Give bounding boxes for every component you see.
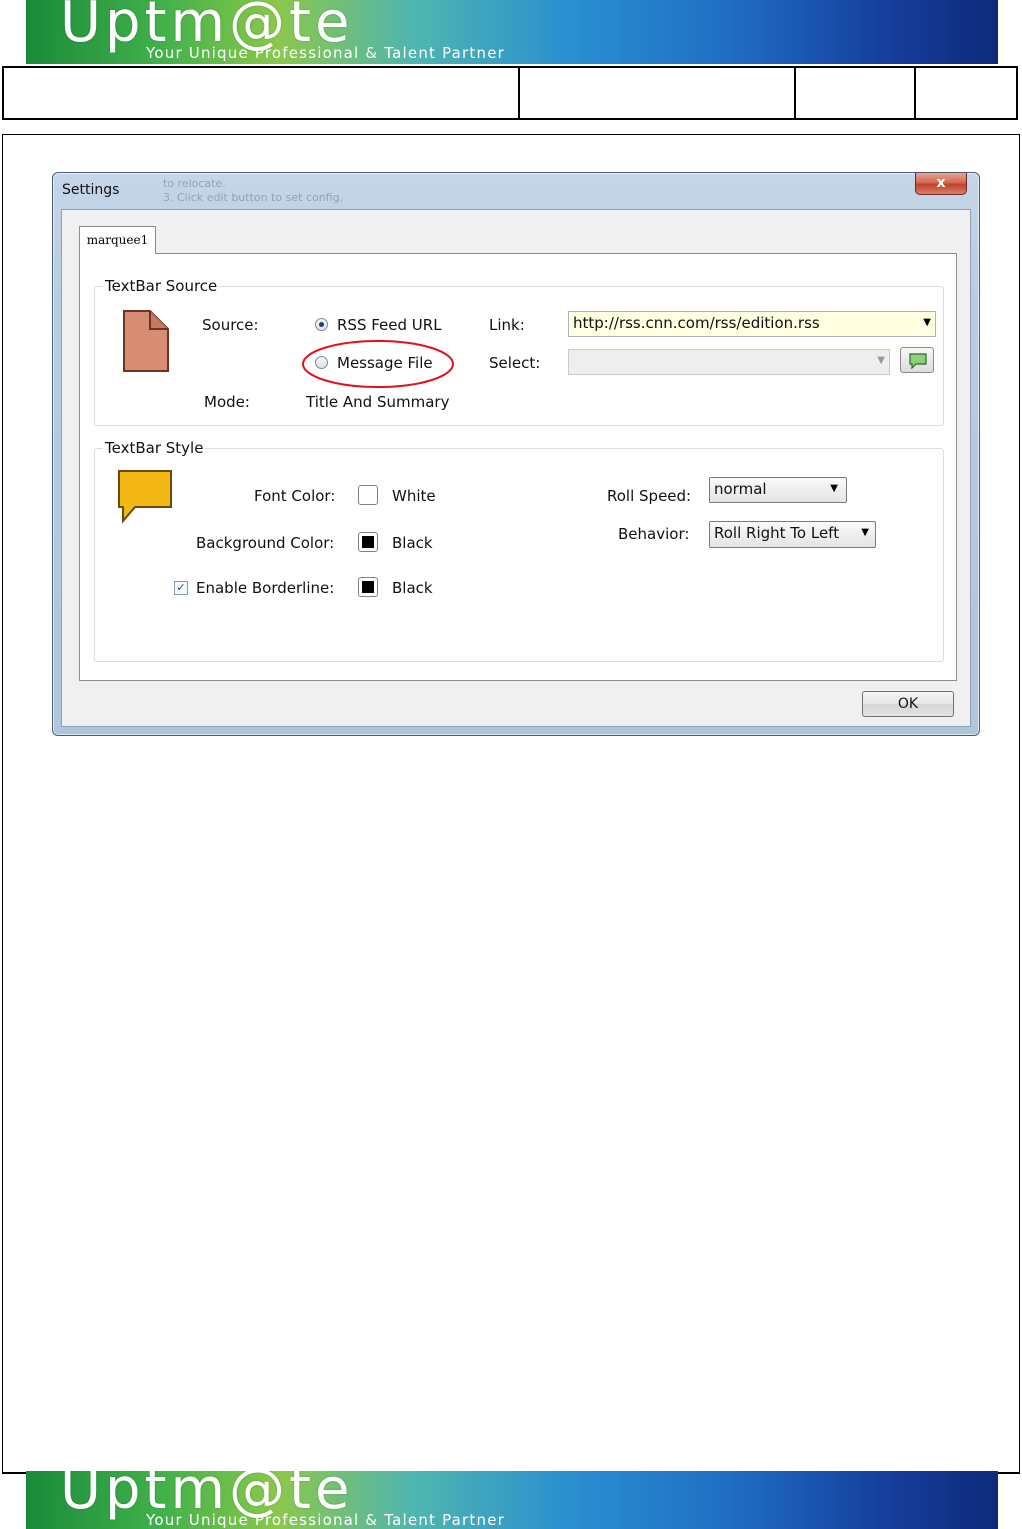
header-cell-version (796, 68, 916, 118)
mode-value: Title And Summary (306, 393, 450, 411)
font-color-swatch[interactable] (358, 485, 378, 505)
select-label: Select: (489, 354, 541, 372)
footer-banner: Uptm@te Your Unique Professional & Talen… (26, 1471, 998, 1529)
settings-window: to relocate. 3. Click edit button to set… (52, 172, 980, 736)
roll-speed-value: normal (714, 480, 767, 498)
rss-feed-label[interactable]: RSS Feed URL (337, 316, 442, 334)
enable-borderline-label[interactable]: Enable Borderline: (196, 579, 334, 597)
close-icon: x (936, 175, 946, 191)
speech-bubble-icon (118, 470, 172, 524)
font-color-label: Font Color: (254, 487, 336, 505)
behavior-value: Roll Right To Left (714, 524, 840, 542)
chevron-down-icon[interactable]: ▼ (923, 312, 931, 334)
link-label: Link: (489, 316, 525, 334)
header-cell-title (4, 68, 520, 118)
font-color-value: White (392, 487, 436, 505)
group-title: TextBar Source (103, 277, 220, 295)
behavior-select[interactable]: Roll Right To Left ▼ (709, 521, 876, 548)
header-cell-page (916, 68, 1016, 118)
message-file-button[interactable] (900, 347, 934, 373)
chevron-down-icon[interactable]: ▼ (861, 522, 869, 544)
annotation-ellipse (302, 340, 454, 388)
chevron-down-icon[interactable]: ▼ (877, 350, 885, 372)
textbar-source-group: TextBar Source Source: RSS Feed URL Mess… (94, 277, 944, 426)
tab-marquee1[interactable]: marquee1 (79, 226, 156, 254)
textbar-style-group: TextBar Style Font Color: White Backgrou… (94, 439, 944, 662)
borderline-color-swatch[interactable] (358, 577, 378, 597)
document-icon (123, 310, 169, 372)
mode-label: Mode: (204, 393, 250, 411)
close-button[interactable]: x (915, 173, 967, 195)
header-banner: Uptm@te Your Unique Professional & Talen… (26, 0, 998, 64)
enable-borderline-checkbox[interactable]: ✓ (174, 581, 188, 595)
behavior-label: Behavior: (618, 525, 690, 543)
rss-feed-radio[interactable] (315, 318, 328, 331)
window-title: Settings (62, 182, 120, 198)
background-color-value: Black (392, 534, 433, 552)
chevron-down-icon[interactable]: ▼ (830, 478, 838, 500)
background-color-label: Background Color: (196, 534, 335, 552)
window-client: marquee1 TextBar Source Source: RSS Feed… (61, 209, 971, 727)
ok-button[interactable]: OK (862, 691, 954, 717)
banner-tagline: Your Unique Professional & Talent Partne… (146, 44, 505, 62)
group-title: TextBar Style (103, 439, 206, 457)
background-text-line: to relocate. (163, 177, 226, 190)
speech-bubble-icon (909, 353, 927, 369)
source-label: Source: (202, 316, 259, 334)
background-color-swatch[interactable] (358, 532, 378, 552)
header-table (2, 66, 1018, 120)
link-combo[interactable]: http://rss.cnn.com/rss/edition.rss ▼ (568, 311, 936, 337)
header-cell-doc (520, 68, 796, 118)
background-text-line: 3. Click edit button to set config. (163, 191, 344, 204)
banner-tagline: Your Unique Professional & Talent Partne… (146, 1511, 505, 1529)
borderline-color-value: Black (392, 579, 433, 597)
roll-speed-select[interactable]: normal ▼ (709, 477, 847, 503)
roll-speed-label: Roll Speed: (607, 487, 692, 505)
select-combo[interactable]: ▼ (568, 349, 890, 375)
tab-panel: TextBar Source Source: RSS Feed URL Mess… (79, 253, 957, 681)
background-text: to relocate. 3. Click edit button to set… (163, 177, 343, 205)
link-value: http://rss.cnn.com/rss/edition.rss (573, 314, 820, 332)
